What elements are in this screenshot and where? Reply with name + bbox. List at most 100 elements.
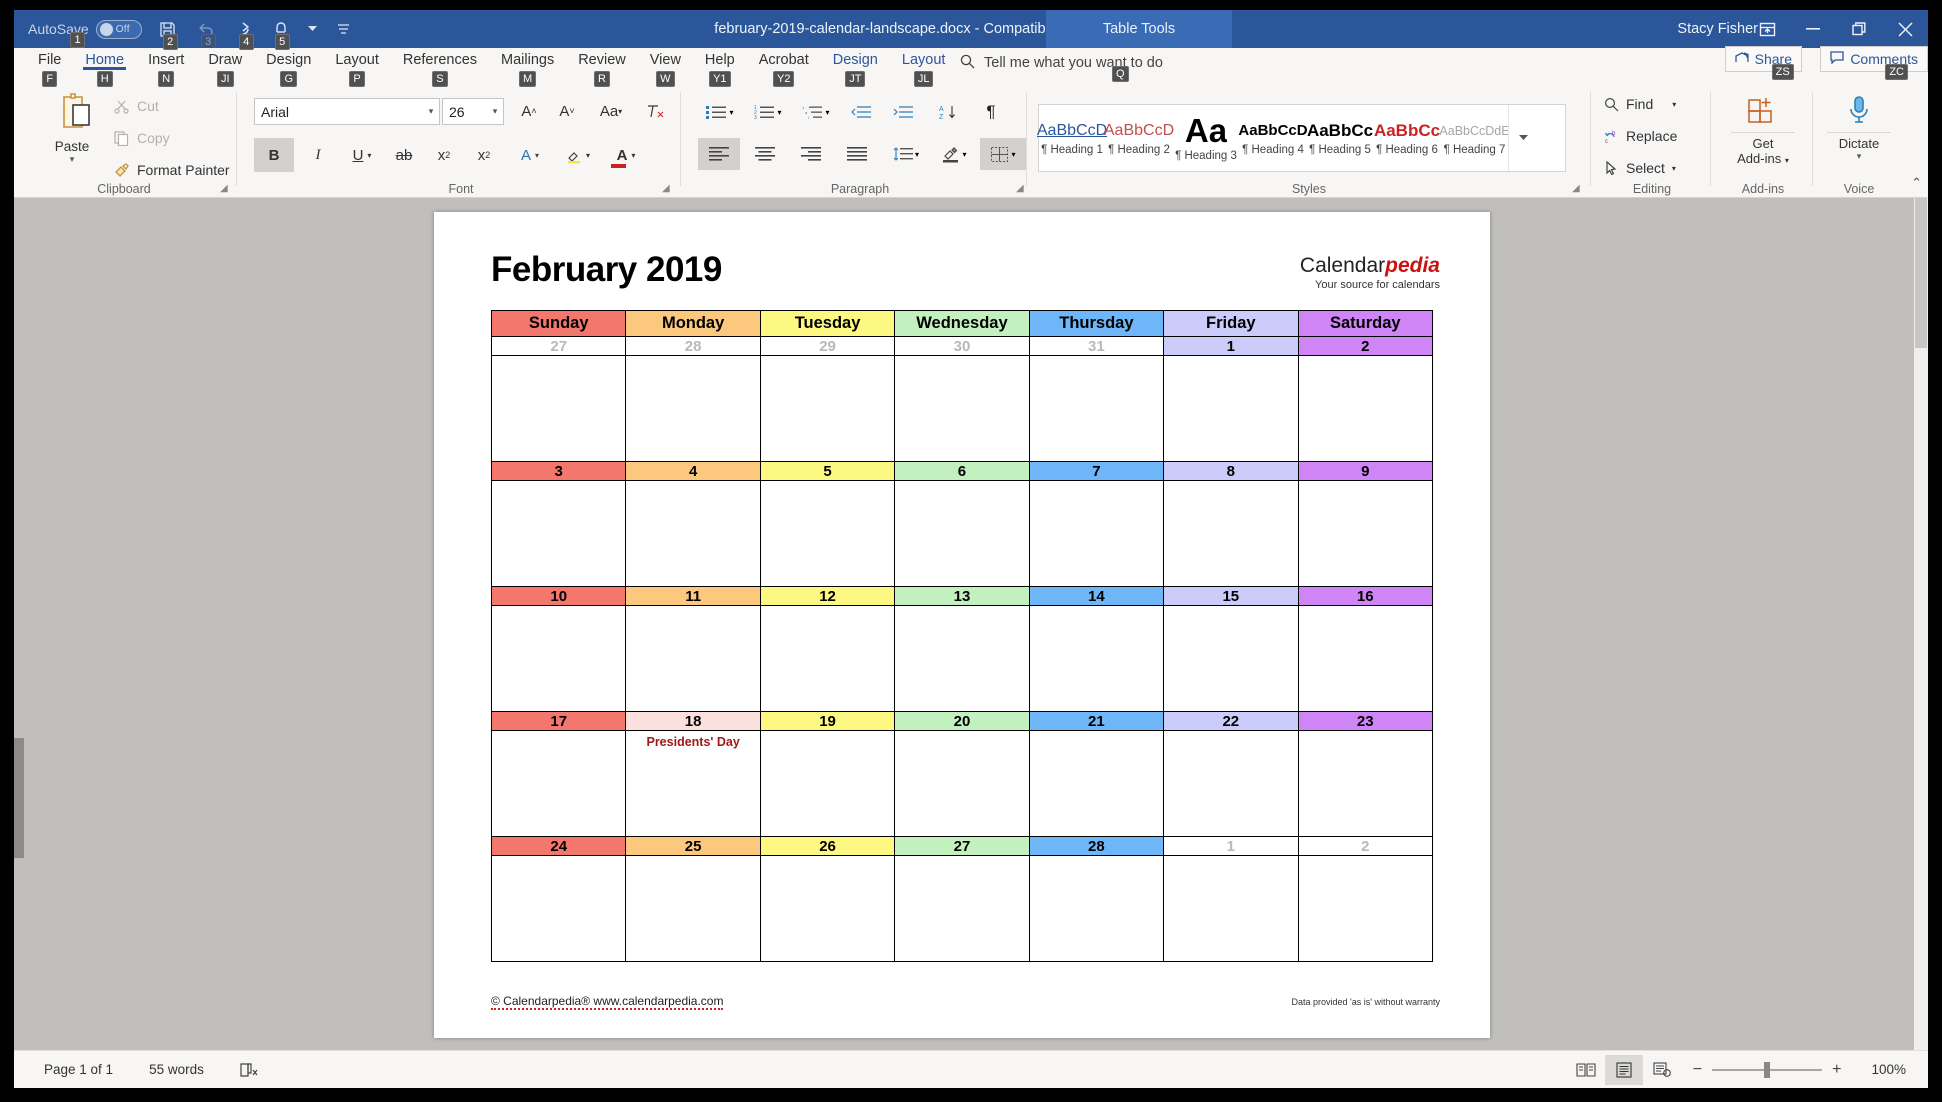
event-cell[interactable] (490, 480, 627, 587)
customize-qat-icon[interactable] (326, 12, 362, 46)
date-cell[interactable]: 14 (1028, 586, 1165, 606)
decrease-indent-icon[interactable] (846, 98, 876, 126)
font-name-combo[interactable]: Arial ▾ (254, 98, 440, 125)
get-addins-button[interactable]: Get Add-ins ▾ (1725, 94, 1801, 168)
date-cell[interactable]: 28 (625, 336, 761, 356)
event-cell[interactable] (1297, 605, 1434, 712)
date-cell[interactable]: 3 (490, 461, 627, 481)
event-cell[interactable] (490, 730, 627, 837)
event-cell[interactable] (759, 855, 896, 962)
zoom-slider[interactable]: − + (1681, 1061, 1854, 1079)
tell-me-search[interactable]: Tell me what you want to do Q (960, 48, 1163, 82)
event-cell[interactable] (759, 480, 896, 587)
style-item[interactable]: Aa ¶ Heading 3 (1173, 105, 1240, 171)
event-cell[interactable] (490, 605, 627, 712)
tab-layout[interactable]: Layout P (323, 48, 391, 87)
scrollbar-thumb[interactable] (1915, 198, 1927, 348)
event-cell[interactable] (1163, 855, 1299, 962)
calendar-table[interactable]: Sunday Monday Tuesday Wednesday Thursday… (490, 310, 1434, 962)
event-cell[interactable] (1028, 730, 1165, 837)
font-dialog-launcher[interactable]: ◢ (662, 183, 674, 195)
tab-insert[interactable]: Insert N (136, 48, 196, 87)
change-case-icon[interactable]: Aa ▾ (594, 96, 628, 126)
bullets-icon[interactable]: ▾ (698, 98, 742, 126)
event-cell[interactable] (490, 355, 627, 462)
borders-icon[interactable]: ▾ (980, 138, 1026, 170)
date-cell[interactable]: 7 (1028, 461, 1165, 481)
page-indicator[interactable]: Page 1 of 1 (14, 1062, 131, 1077)
tab-draw[interactable]: Draw JI (196, 48, 254, 87)
grow-font-icon[interactable]: A ˄ (512, 96, 546, 126)
print-layout-icon[interactable] (1604, 1054, 1643, 1085)
justify-icon[interactable] (836, 138, 878, 170)
date-cell[interactable]: 5 (759, 461, 896, 481)
date-cell[interactable]: 15 (1163, 586, 1299, 606)
date-cell[interactable]: 19 (759, 711, 896, 731)
date-cell[interactable]: 27 (894, 836, 1030, 856)
subscript-icon[interactable]: x2 (426, 138, 462, 172)
vertical-scrollbar[interactable] (1914, 198, 1928, 1050)
style-item[interactable]: AaBbCcDdE ¶ Heading 7 (1439, 105, 1509, 171)
show-marks-icon[interactable]: ¶ (976, 98, 1006, 126)
superscript-icon[interactable]: x2 (466, 138, 502, 172)
date-cell[interactable]: 4 (625, 461, 761, 481)
highlight-icon[interactable]: ▾ (556, 138, 600, 172)
event-cell[interactable] (894, 855, 1030, 962)
date-cell[interactable]: 30 (894, 336, 1030, 356)
event-cell[interactable] (1028, 855, 1165, 962)
style-item[interactable]: AaBbCcD ¶ Heading 2 (1104, 105, 1174, 171)
date-cell[interactable]: 6 (894, 461, 1030, 481)
comments-button[interactable]: Comments ZC (1820, 46, 1928, 80)
date-cell[interactable]: 20 (894, 711, 1030, 731)
date-cell[interactable]: 13 (894, 586, 1030, 606)
minimize-icon[interactable] (1790, 10, 1836, 48)
autosave-control[interactable]: AutoSave Off 1 (28, 19, 148, 48)
font-size-combo[interactable]: 26 ▾ (442, 98, 504, 125)
align-right-icon[interactable] (790, 138, 832, 170)
document-canvas[interactable]: February 2019 Calendarpedia Your source … (14, 198, 1928, 1050)
cut-button[interactable]: Cut (114, 98, 159, 114)
event-cell-holiday[interactable]: Presidents' Day (625, 730, 761, 837)
date-cell[interactable]: 31 (1028, 336, 1165, 356)
touch-mode-icon[interactable]: 5 (264, 12, 300, 50)
autosave-toggle[interactable]: Off (95, 19, 142, 39)
font-color-icon[interactable]: A ▾ (604, 138, 648, 172)
event-cell[interactable] (894, 480, 1030, 587)
date-cell[interactable]: 24 (490, 836, 627, 856)
tab-home[interactable]: Home H (73, 48, 136, 87)
underline-icon[interactable]: U ▾ (340, 138, 384, 172)
styles-more-icon[interactable] (1508, 105, 1538, 171)
multilevel-list-icon[interactable]: 1 a i ▾ (794, 98, 838, 126)
date-cell[interactable]: 2 (1297, 836, 1434, 856)
date-cell[interactable]: 1 (1163, 836, 1299, 856)
word-count[interactable]: 55 words (131, 1062, 222, 1077)
zoom-track[interactable] (1712, 1061, 1823, 1078)
date-cell[interactable]: 22 (1163, 711, 1299, 731)
date-cell[interactable]: 17 (490, 711, 627, 731)
date-cell[interactable]: 12 (759, 586, 896, 606)
shrink-font-icon[interactable]: A ˅ (550, 96, 584, 126)
zoom-thumb[interactable] (1764, 1061, 1771, 1078)
find-button[interactable]: Find ▾ (1604, 96, 1676, 112)
event-cell[interactable] (625, 355, 761, 462)
chevron-down-icon[interactable]: ▾ (487, 106, 503, 117)
date-cell[interactable]: 27 (490, 336, 627, 356)
event-cell[interactable] (759, 355, 896, 462)
date-cell[interactable]: 11 (625, 586, 761, 606)
italic-icon[interactable]: I (300, 138, 336, 172)
event-cell[interactable] (1297, 730, 1434, 837)
tab-mailings[interactable]: Mailings M (489, 48, 566, 87)
tab-help[interactable]: Help Y1 (693, 48, 747, 87)
tab-acrobat[interactable]: Acrobat Y2 (747, 48, 821, 87)
event-cell[interactable] (1163, 605, 1299, 712)
replace-button[interactable]: bc Replace (1604, 128, 1677, 144)
date-cell[interactable]: 23 (1297, 711, 1434, 731)
event-cell[interactable] (1028, 480, 1165, 587)
event-cell[interactable] (490, 855, 627, 962)
zoom-level[interactable]: 100% (1853, 1062, 1928, 1077)
date-cell[interactable]: 8 (1163, 461, 1299, 481)
date-cell-holiday[interactable]: 18 (625, 711, 761, 731)
event-cell[interactable] (894, 730, 1030, 837)
close-icon[interactable] (1882, 10, 1928, 48)
tab-file[interactable]: File F (26, 48, 73, 87)
